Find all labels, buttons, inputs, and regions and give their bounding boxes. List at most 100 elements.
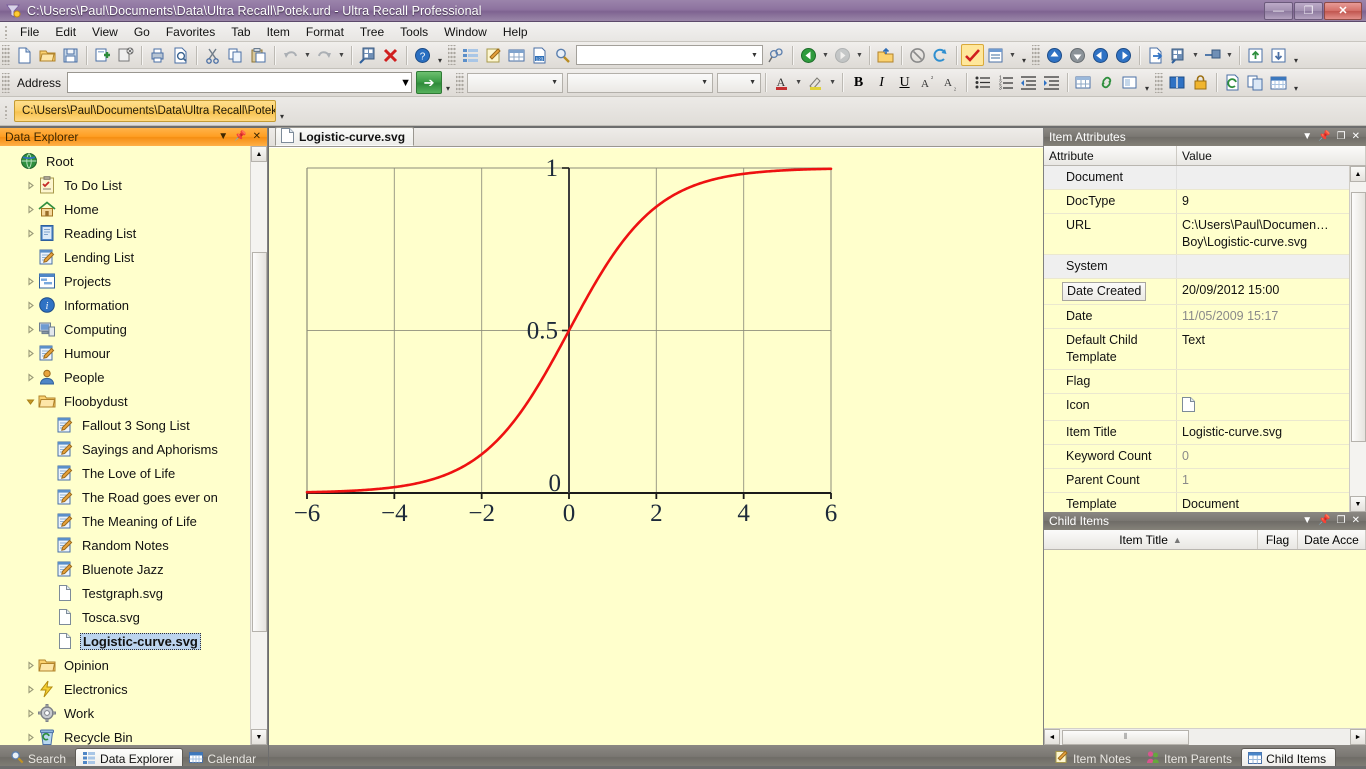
font-family-dropdown-icon[interactable]: ▼ <box>547 74 562 92</box>
attribute-row[interactable]: Icon <box>1044 394 1349 421</box>
column-header-flag[interactable]: Flag <box>1258 530 1298 549</box>
scroll-thumb[interactable] <box>1350 192 1366 442</box>
highlight-dropdown-icon[interactable]: ▼ <box>827 72 838 94</box>
subscript-icon[interactable]: A₂ <box>939 72 962 94</box>
copy-icon[interactable] <box>224 44 247 66</box>
expand-all-icon[interactable] <box>1244 44 1267 66</box>
insert-link-icon[interactable] <box>1095 72 1118 94</box>
database-tab[interactable]: C:\Users\Paul\Documents\Data\Ultra Recal… <box>14 100 276 122</box>
column-header-item-title[interactable]: Item Title ▲ <box>1044 530 1258 549</box>
tree-item[interactable]: Bluenote Jazz <box>0 557 250 581</box>
scroll-thumb[interactable] <box>251 252 267 632</box>
toolbar-overflow-icon[interactable]: ▾ <box>434 44 446 66</box>
attribute-value-cell[interactable]: Text <box>1177 329 1349 369</box>
open-icon[interactable] <box>36 44 59 66</box>
attribute-row[interactable]: Keyword Count 0 <box>1044 445 1349 469</box>
attribute-value-cell[interactable]: 0 <box>1177 445 1349 468</box>
attribute-row[interactable]: Default Child Template Text <box>1044 329 1349 370</box>
calendar-toolbar-icon[interactable] <box>1267 72 1290 94</box>
table-view-icon[interactable] <box>505 44 528 66</box>
expand-chevron-icon[interactable] <box>24 275 37 288</box>
attribute-value-cell[interactable]: C:\Users\Paul\Documen… Boy\Logistic-curv… <box>1177 214 1349 254</box>
child-items-body[interactable] <box>1044 550 1366 728</box>
print-preview-icon[interactable] <box>169 44 192 66</box>
tree-item[interactable]: Lending List <box>0 245 250 269</box>
close-panel-icon[interactable]: ✕ <box>253 132 261 142</box>
dictionary-icon[interactable] <box>1166 72 1189 94</box>
outline-view-icon[interactable] <box>459 44 482 66</box>
new-child-item-icon[interactable] <box>91 44 114 66</box>
underline-icon[interactable]: U <box>893 72 916 94</box>
pin-icon[interactable]: 📌 <box>1318 132 1330 142</box>
forward-dropdown-icon[interactable]: ▼ <box>854 44 865 66</box>
tree-item[interactable]: Projects <box>0 269 250 293</box>
search-items-icon[interactable] <box>551 44 574 66</box>
font-style-dropdown-icon[interactable]: ▼ <box>697 74 712 92</box>
increase-indent-icon[interactable] <box>1040 72 1063 94</box>
report-icon[interactable]: 123 <box>528 44 551 66</box>
toolbar-grip-3[interactable] <box>1032 45 1040 65</box>
tree-item[interactable]: Computing <box>0 317 250 341</box>
redo-dropdown-icon[interactable]: ▼ <box>336 44 347 66</box>
insert-child-icon[interactable] <box>1167 44 1190 66</box>
minimize-button[interactable]: — <box>1264 1 1293 20</box>
menu-chevron-icon[interactable]: ▼ <box>218 132 228 142</box>
attribute-value-cell[interactable]: 1 <box>1177 469 1349 492</box>
attribute-row[interactable]: DocType 9 <box>1044 190 1349 214</box>
attribute-row[interactable]: System <box>1044 255 1349 279</box>
tree-item[interactable]: Humour <box>0 341 250 365</box>
attribute-row[interactable]: Flag <box>1044 370 1349 394</box>
attribute-value-cell[interactable]: 11/05/2009 15:17 <box>1177 305 1349 328</box>
close-panel-icon[interactable]: ✕ <box>1352 132 1360 142</box>
lock-icon[interactable] <box>1189 72 1212 94</box>
move-down-icon[interactable] <box>1066 44 1089 66</box>
new-item-icon[interactable] <box>13 44 36 66</box>
menu-item-tab[interactable]: Tab <box>223 23 258 41</box>
scroll-left-icon[interactable]: ◄ <box>1044 729 1060 745</box>
data-explorer-tree[interactable]: Root To Do List Home Reading List Lending Li… <box>0 146 250 745</box>
stop-icon[interactable] <box>906 44 929 66</box>
toolbar-grip-6[interactable] <box>1155 72 1164 93</box>
tree-item[interactable]: Logistic-curve.svg <box>0 629 250 653</box>
menu-item-format[interactable]: Format <box>298 23 352 41</box>
undo-icon[interactable] <box>279 44 302 66</box>
menu-chevron-icon[interactable]: ▼ <box>1302 516 1312 526</box>
scroll-track-bottom[interactable] <box>1349 442 1366 496</box>
refresh-icon[interactable] <box>929 44 952 66</box>
numbered-list-icon[interactable]: 123 <box>994 72 1017 94</box>
column-header-date-accessed[interactable]: Date Acce <box>1298 530 1366 549</box>
tree-item[interactable]: Home <box>0 197 250 221</box>
tree-item[interactable]: Recycle Bin <box>0 725 250 745</box>
tree-item[interactable]: Random Notes <box>0 533 250 557</box>
duplicate-icon[interactable] <box>1244 72 1267 94</box>
item-flag-dropdown-icon[interactable]: ▼ <box>1007 44 1018 66</box>
expand-chevron-icon[interactable] <box>24 371 37 384</box>
tree-item[interactable]: Work <box>0 701 250 725</box>
tree-item[interactable]: Fallout 3 Song List <box>0 413 250 437</box>
flag-done-icon[interactable] <box>961 44 984 66</box>
attribute-row[interactable]: Document <box>1044 166 1349 190</box>
scroll-track-top[interactable] <box>1349 182 1366 192</box>
column-header-value[interactable]: Value <box>1177 146 1366 165</box>
attributes-vertical-scrollbar[interactable]: ▲ ▼ <box>1349 166 1366 512</box>
decrease-indent-icon[interactable] <box>1017 72 1040 94</box>
insert-child-dropdown-icon[interactable]: ▼ <box>1190 44 1201 66</box>
attribute-value-cell[interactable] <box>1177 255 1349 278</box>
address-dropdown-icon[interactable]: ▼ <box>400 77 411 89</box>
insert-table-icon[interactable] <box>1072 72 1095 94</box>
promote-icon[interactable] <box>1089 44 1112 66</box>
undo-dropdown-icon[interactable]: ▼ <box>302 44 313 66</box>
toolbar-grip-2[interactable] <box>448 45 456 65</box>
toolbar-grip-4[interactable] <box>2 72 10 93</box>
font-family-select[interactable]: ▼ <box>467 72 564 93</box>
help-icon[interactable]: ? <box>411 44 434 66</box>
attribute-row[interactable]: Date 11/05/2009 15:17 <box>1044 305 1349 329</box>
search-dropdown-icon[interactable]: ▼ <box>747 46 762 64</box>
font-size-dropdown-icon[interactable]: ▼ <box>745 74 760 92</box>
italic-icon[interactable]: I <box>870 72 893 94</box>
database-strip-grip[interactable] <box>3 103 10 119</box>
font-color-dropdown-icon[interactable]: ▼ <box>793 72 804 94</box>
expand-chevron-icon[interactable] <box>24 227 37 240</box>
pin-icon[interactable]: 📌 <box>1318 516 1330 526</box>
expand-chevron-icon[interactable] <box>24 659 37 672</box>
